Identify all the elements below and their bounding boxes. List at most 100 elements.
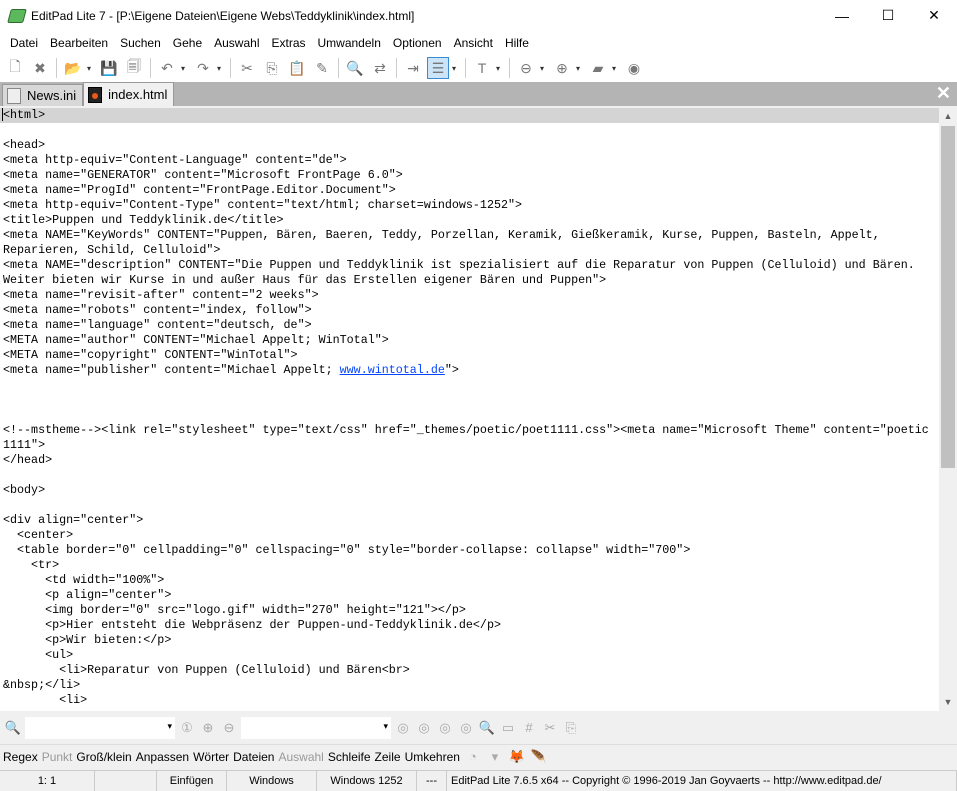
forward-icon[interactable]: ⊕: [551, 57, 573, 79]
web-globe-icon[interactable]: ◉: [623, 57, 645, 79]
code-editor[interactable]: <html> <head> <meta http-equiv="Content-La…: [0, 108, 939, 711]
minimize-button[interactable]: —: [819, 0, 865, 32]
save-all-icon[interactable]: 🗐: [123, 57, 145, 79]
redo-icon[interactable]: ↷: [192, 57, 214, 79]
modified-indicator: ---: [417, 770, 447, 791]
cursor-position: 1: 1: [0, 770, 95, 791]
toolbar-separator: [338, 58, 339, 78]
maximize-button[interactable]: ☐: [865, 0, 911, 32]
code-text: &nbsp;</li>: [3, 678, 81, 692]
menu-optionen[interactable]: Optionen: [387, 36, 448, 50]
menu-datei[interactable]: Datei: [4, 36, 44, 50]
fox-icon[interactable]: 🦊: [508, 748, 526, 766]
clip-collection-icon[interactable]: ▰: [587, 57, 609, 79]
chevron-down-icon[interactable]: ▾: [87, 64, 95, 73]
file-icon: [7, 87, 21, 104]
encoding[interactable]: Windows 1252: [317, 770, 417, 791]
app-icon: [7, 8, 27, 23]
tab-news-ini[interactable]: News.ini: [2, 84, 84, 106]
copy-icon[interactable]: ⎘: [261, 57, 283, 79]
line-break-type[interactable]: Windows: [227, 770, 317, 791]
option-umkehren[interactable]: Umkehren: [405, 750, 460, 764]
option-schleife[interactable]: Schleife: [328, 750, 371, 764]
copy-matches-icon[interactable]: ⎘: [562, 719, 580, 737]
replace-all-icon[interactable]: ◎: [457, 719, 475, 737]
word-wrap-icon[interactable]: ☰: [427, 57, 449, 79]
feather-icon[interactable]: 🪶: [530, 748, 548, 766]
option-wörter[interactable]: Wörter: [193, 750, 229, 764]
back-icon[interactable]: ⊖: [515, 57, 537, 79]
paste-icon[interactable]: 📋: [286, 57, 308, 79]
cut-icon[interactable]: ✂: [236, 57, 258, 79]
replace-icon[interactable]: ◎: [394, 719, 412, 737]
close-button[interactable]: ✕: [911, 0, 957, 32]
chevron-down-icon[interactable]: ▾: [576, 64, 584, 73]
chevron-down-icon[interactable]: ▾: [217, 64, 225, 73]
chevron-down-icon[interactable]: ▾: [612, 64, 620, 73]
toolbar-separator: [56, 58, 57, 78]
replace-next-icon[interactable]: ◎: [415, 719, 433, 737]
menu-ansicht[interactable]: Ansicht: [448, 36, 499, 50]
menu-extras[interactable]: Extras: [265, 36, 311, 50]
scroll-down-icon[interactable]: ▼: [939, 694, 957, 711]
indent-icon[interactable]: ⇥: [402, 57, 424, 79]
code-line: <META name="copyright" CONTENT="WinTotal…: [0, 348, 939, 363]
search-icon[interactable]: 🔍: [344, 57, 366, 79]
option-anpassen[interactable]: Anpassen: [136, 750, 189, 764]
option-dateien[interactable]: Dateien: [233, 750, 274, 764]
option-groß/klein[interactable]: Groß/klein: [76, 750, 131, 764]
code-link[interactable]: www.wintotal.de: [340, 363, 445, 377]
tab-index-html[interactable]: index.html: [83, 82, 175, 106]
chevron-down-icon[interactable]: ▾: [486, 748, 504, 766]
open-file-icon[interactable]: 📂: [62, 57, 84, 79]
find-next-icon[interactable]: ⊕: [199, 719, 217, 737]
search-input[interactable]: [25, 717, 175, 739]
close-file-icon[interactable]: ✖: [29, 57, 51, 79]
close-tab-icon[interactable]: ✕: [936, 83, 951, 104]
vertical-scrollbar[interactable]: ▲ ▼: [939, 108, 957, 711]
option-regex[interactable]: Regex: [3, 750, 38, 764]
code-text: Reparieren, Schild, Celluloid">: [3, 243, 221, 257]
menu-suchen[interactable]: Suchen: [114, 36, 167, 50]
menu-umwandeln[interactable]: Umwandeln: [312, 36, 387, 50]
scroll-up-icon[interactable]: ▲: [939, 108, 957, 125]
code-line: <center>: [0, 528, 939, 543]
new-file-icon[interactable]: 🗋: [4, 57, 26, 79]
history-icon[interactable]: ◔: [464, 748, 482, 766]
search-icon[interactable]: 🔍: [4, 719, 22, 737]
scrollbar-thumb[interactable]: [941, 126, 955, 468]
menu-bearbeiten[interactable]: Bearbeiten: [44, 36, 114, 50]
option-auswahl[interactable]: Auswahl: [278, 750, 323, 764]
insert-mode[interactable]: Einfügen: [157, 770, 227, 791]
code-line: <ul>: [0, 648, 939, 663]
undo-icon[interactable]: ↶: [156, 57, 178, 79]
option-punkt[interactable]: Punkt: [42, 750, 73, 764]
find-previous-icon[interactable]: ⊖: [220, 719, 238, 737]
chevron-down-icon[interactable]: ▾: [452, 64, 460, 73]
count-icon[interactable]: #: [520, 719, 538, 737]
code-text: <!--mstheme--><link rel="stylesheet" typ…: [3, 423, 929, 437]
replace-previous-icon[interactable]: ◎: [436, 719, 454, 737]
cut-matches-icon[interactable]: ✂: [541, 719, 559, 737]
chevron-down-icon[interactable]: ▾: [496, 64, 504, 73]
chevron-down-icon[interactable]: ▾: [540, 64, 548, 73]
code-line: <p>Hier entsteht die Webpräsenz der Pupp…: [0, 618, 939, 633]
code-line: <li>Reparatur von Puppen (Celluloid) und…: [0, 663, 939, 678]
code-line: <META name="author" CONTENT="Michael App…: [0, 333, 939, 348]
find-first-icon[interactable]: ①: [178, 719, 196, 737]
fold-icon[interactable]: ▭: [499, 719, 517, 737]
edit-icon[interactable]: ✎: [311, 57, 333, 79]
menu-hilfe[interactable]: Hilfe: [499, 36, 535, 50]
font-icon[interactable]: T: [471, 57, 493, 79]
option-zeile[interactable]: Zeile: [375, 750, 401, 764]
replace-icon[interactable]: ⇄: [369, 57, 391, 79]
menu-auswahl[interactable]: Auswahl: [208, 36, 265, 50]
save-icon[interactable]: 💾: [98, 57, 120, 79]
code-text: <p align="center">: [3, 588, 172, 602]
code-line: <meta NAME="KeyWords" CONTENT="Puppen, B…: [0, 228, 939, 243]
highlight-icon[interactable]: 🔍: [478, 719, 496, 737]
replace-input[interactable]: [241, 717, 391, 739]
status-bar: 1: 1 Einfügen Windows Windows 1252 --- E…: [0, 770, 957, 791]
chevron-down-icon[interactable]: ▾: [181, 64, 189, 73]
menu-gehe[interactable]: Gehe: [167, 36, 208, 50]
